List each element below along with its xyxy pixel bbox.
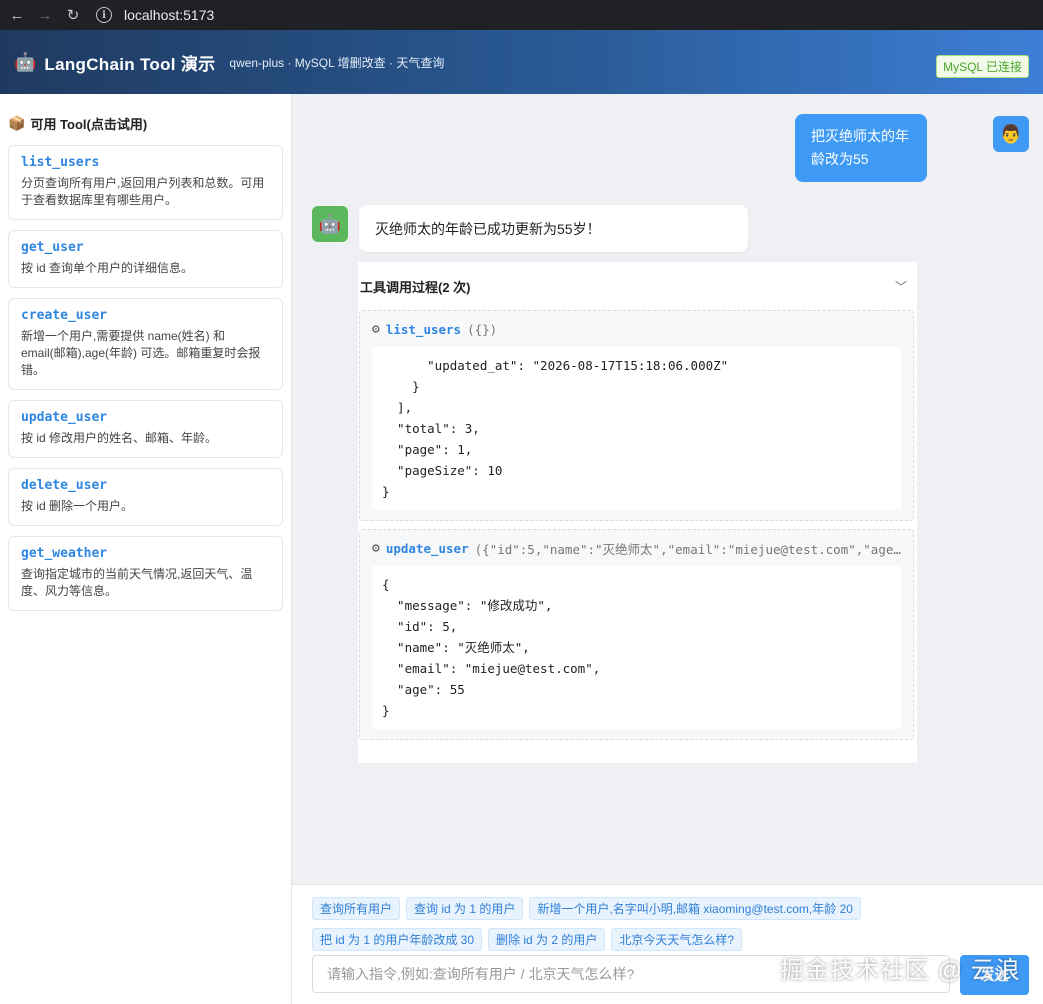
- tool-call-name: update_user: [385, 540, 469, 556]
- tool-card-update-user[interactable]: update_user 按 id 修改用户的姓名、邮箱、年龄。: [8, 400, 283, 458]
- tool-description: 查询指定城市的当前天气情况,返回天气、温度、风力等信息。: [21, 567, 253, 598]
- tool-calls-toggle[interactable]: 工具调用过程(2 次) ﹀: [358, 262, 917, 310]
- tool-sidebar: 📦 可用 Tool(点击试用) list_users 分页查询所有用户,返回用户列…: [0, 94, 292, 1004]
- tool-call-list-users: ⚙ list_users ({}) "updated_at": "2026-08-1…: [359, 310, 914, 521]
- app-header: 🤖 LangChain Tool 演示 qwen-plus · MySQL 增删…: [0, 30, 1043, 94]
- tool-name: get_user: [21, 240, 84, 255]
- tool-call-header: ⚙ list_users ({}): [360, 311, 913, 347]
- tool-description: 按 id 修改用户的姓名、邮箱、年龄。: [21, 431, 218, 445]
- tool-description: 按 id 删除一个用户。: [21, 499, 134, 513]
- tool-calls-title: 工具调用过程(2 次): [360, 279, 471, 295]
- quick-prompt-chip[interactable]: 把 id 为 1 的用户年龄改成 30: [312, 928, 483, 951]
- gear-icon: ⚙: [372, 540, 380, 556]
- bot-avatar-icon: 🤖: [312, 206, 348, 242]
- robot-icon: 🤖: [14, 51, 37, 72]
- user-message: 把灭绝师太的年龄改为55: [795, 114, 927, 182]
- back-icon[interactable]: ←: [6, 4, 28, 26]
- quick-prompt-chip[interactable]: 新增一个用户,名字叫小明,邮箱 xiaoming@test.com,年龄 20: [529, 897, 861, 920]
- tool-calls-panel: 工具调用过程(2 次) ﹀ ⚙ list_users ({}) "updated_a…: [358, 262, 917, 763]
- tool-call-name: list_users: [385, 321, 462, 337]
- app-subtitle: qwen-plus · MySQL 增删改查 · 天气查询: [229, 55, 445, 70]
- tool-call-update-user: ⚙ update_user ({"id":5,"name":"灭绝师太","emai…: [359, 529, 914, 740]
- tool-card-get-weather[interactable]: get_weather 查询指定城市的当前天气情况,返回天气、温度、风力等信息。: [8, 536, 283, 611]
- tool-call-args: ({}): [467, 321, 498, 337]
- quick-prompt-chip[interactable]: 查询所有用户: [312, 897, 401, 920]
- tool-card-delete-user[interactable]: delete_user 按 id 删除一个用户。: [8, 468, 283, 526]
- tool-name: list_users: [21, 155, 100, 170]
- reload-icon[interactable]: ↻: [62, 4, 84, 26]
- tool-name: delete_user: [21, 478, 108, 493]
- chat-area: 把灭绝师太的年龄改为55 👨 🤖 灭绝师太的年龄已成功更新为55岁！ 工具调用过…: [292, 94, 1043, 884]
- quick-prompt-chip[interactable]: 北京今天天气怎么样?: [611, 928, 743, 951]
- tool-call-output: { "message": "修改成功", "id": 5, "name": "灭…: [372, 566, 901, 729]
- address-bar[interactable]: i localhost:5173: [96, 3, 996, 27]
- send-button[interactable]: 发送: [960, 955, 1029, 995]
- gear-icon: ⚙: [372, 321, 380, 337]
- url-text: localhost:5173: [124, 7, 215, 23]
- package-icon: 📦: [8, 115, 26, 131]
- user-avatar-icon: 👨: [993, 116, 1029, 152]
- quick-prompt-list: 查询所有用户 查询 id 为 1 的用户 新增一个用户,名字叫小明,邮箱 xiaom…: [312, 897, 1032, 959]
- tool-card-get-user[interactable]: get_user 按 id 查询单个用户的详细信息。: [8, 230, 283, 288]
- tool-list: list_users 分页查询所有用户,返回用户列表和总数。可用于查看数据库里有哪…: [8, 145, 283, 611]
- tool-description: 新增一个用户,需要提供 name(姓名) 和 email(邮箱),age(年龄)…: [21, 329, 261, 377]
- input-row: 发送: [312, 955, 1029, 995]
- tool-description: 按 id 查询单个用户的详细信息。: [21, 261, 194, 275]
- sidebar-heading-text: 可用 Tool(点击试用): [30, 117, 148, 132]
- sidebar-heading: 📦 可用 Tool(点击试用): [8, 114, 283, 133]
- site-info-icon[interactable]: i: [96, 7, 112, 23]
- forward-icon[interactable]: →: [34, 4, 56, 26]
- browser-toolbar: ← → ↻ i localhost:5173: [0, 0, 1043, 30]
- quick-prompt-chip[interactable]: 查询 id 为 1 的用户: [406, 897, 524, 920]
- input-area: 查询所有用户 查询 id 为 1 的用户 新增一个用户,名字叫小明,邮箱 xiaom…: [292, 884, 1043, 1004]
- tool-call-list: ⚙ list_users ({}) "updated_at": "2026-08-1…: [358, 310, 917, 740]
- tool-card-list-users[interactable]: list_users 分页查询所有用户,返回用户列表和总数。可用于查看数据库里有哪…: [8, 145, 283, 220]
- tool-description: 分页查询所有用户,返回用户列表和总数。可用于查看数据库里有哪些用户。: [21, 176, 265, 207]
- status-badge: MySQL 已连接: [936, 55, 1029, 78]
- tool-call-args: ({"id":5,"name":"灭绝师太","email":"miejue@t…: [474, 541, 901, 557]
- tool-card-create-user[interactable]: create_user 新增一个用户,需要提供 name(姓名) 和 email(…: [8, 298, 283, 390]
- tool-call-output: "updated_at": "2026-08-17T15:18:06.000Z"…: [372, 347, 901, 510]
- chevron-down-icon: ﹀: [894, 279, 907, 294]
- tool-name: get_weather: [21, 546, 108, 561]
- tool-call-header: ⚙ update_user ({"id":5,"name":"灭绝师太","emai…: [360, 530, 913, 566]
- chat-input[interactable]: [312, 955, 950, 993]
- bot-message: 灭绝师太的年龄已成功更新为55岁！: [359, 205, 748, 252]
- tool-name: create_user: [21, 308, 108, 323]
- tool-name: update_user: [21, 410, 108, 425]
- app-title: LangChain Tool 演示: [44, 54, 216, 74]
- quick-prompt-chip[interactable]: 删除 id 为 2 的用户: [488, 928, 606, 951]
